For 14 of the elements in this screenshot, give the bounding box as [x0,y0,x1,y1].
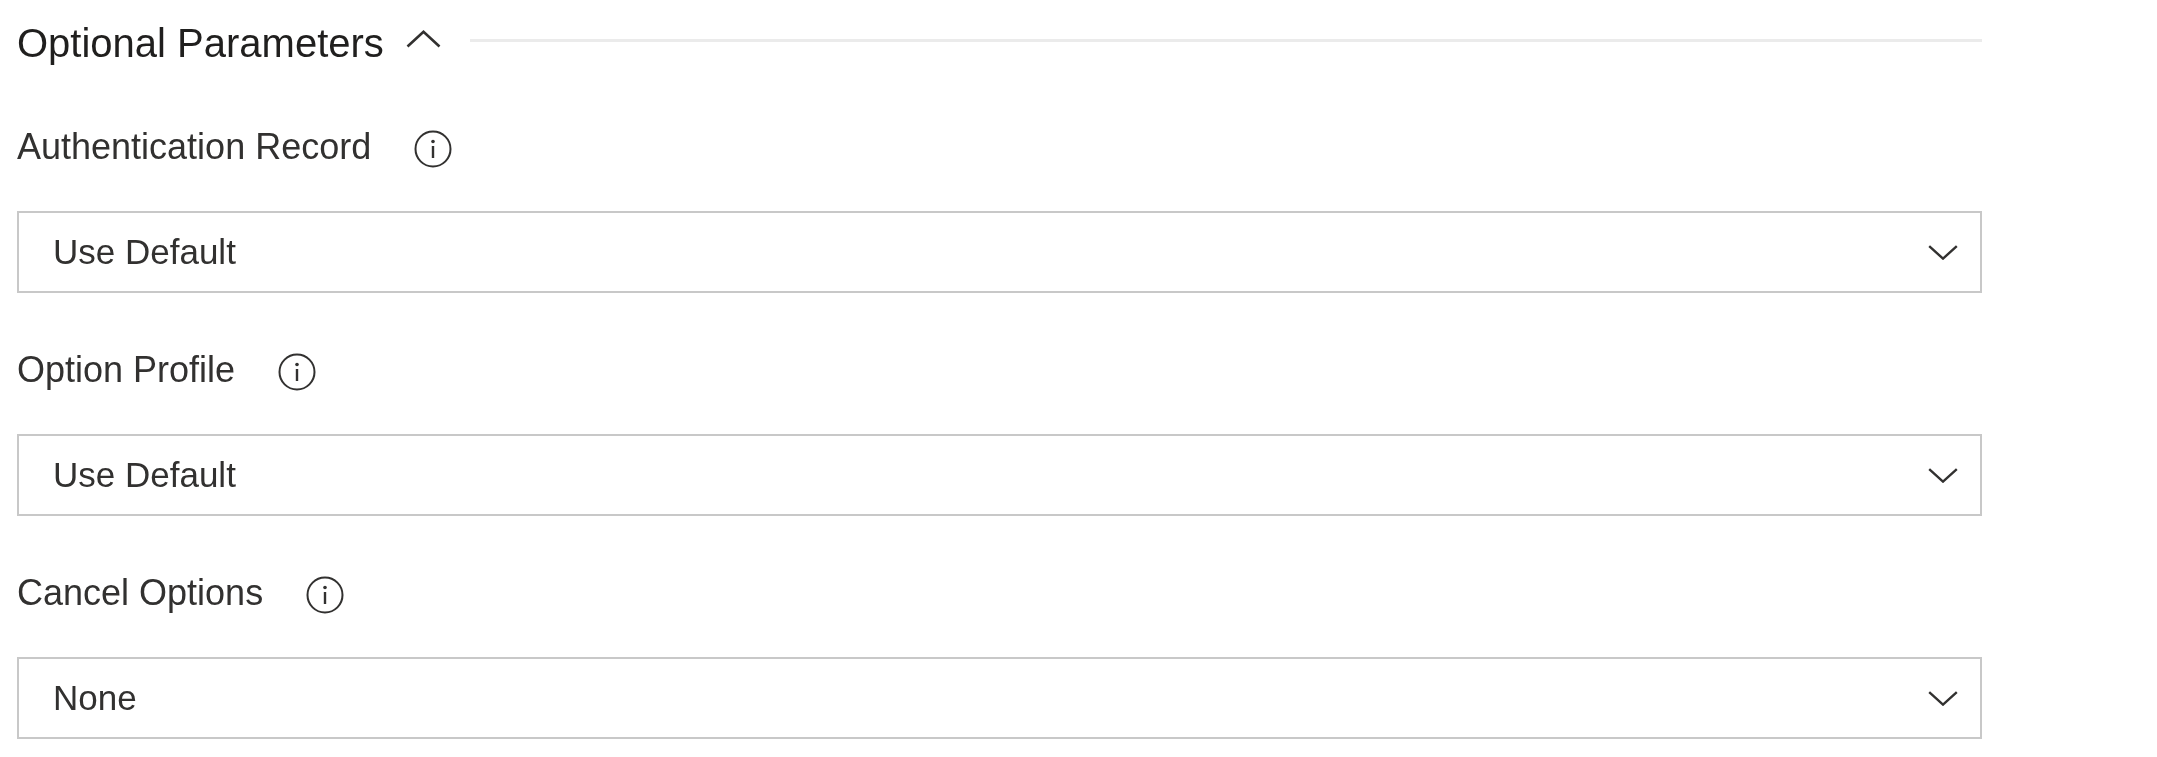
field-label: Option Profile [17,348,236,392]
info-icon[interactable] [414,130,453,168]
field-label: Authentication Record [17,125,372,169]
info-icon[interactable] [278,353,317,391]
chevron-down-icon [1928,467,1958,483]
section-toggle[interactable]: Optional Parameters [17,19,441,67]
chevron-up-icon [405,30,441,48]
dropdown[interactable]: None [17,657,1982,739]
dropdown[interactable]: Use Default [17,211,1982,293]
dropdown[interactable]: Use Default [17,434,1982,516]
info-icon[interactable] [306,576,345,614]
field-label: Cancel Options [17,571,264,615]
chevron-down-icon [1928,244,1958,260]
chevron-down-icon [1928,690,1958,706]
